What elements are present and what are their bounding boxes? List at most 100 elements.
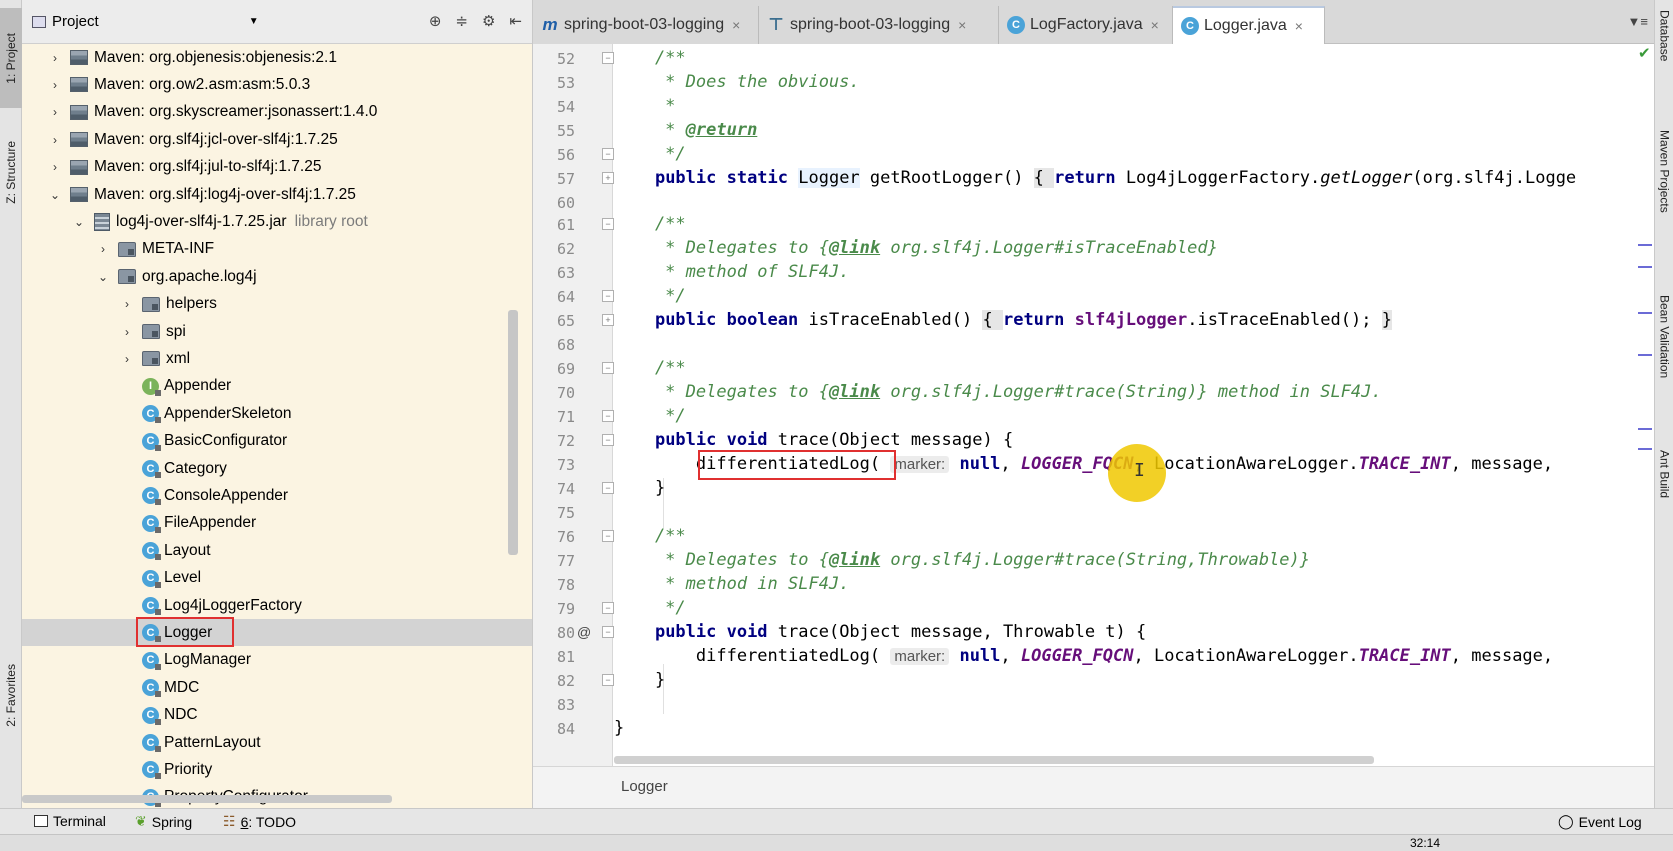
chevron-right-icon[interactable]: › [120, 325, 134, 339]
structure-tool-tab[interactable]: Z: Structure [0, 120, 22, 225]
view-dropdown-icon[interactable]: ▼ [249, 16, 259, 27]
override-marker-icon[interactable]: @ [577, 624, 591, 640]
tree-horizontal-scrollbar[interactable] [22, 795, 392, 803]
line-number: 60 [556, 194, 575, 212]
close-tab-icon[interactable]: × [732, 17, 740, 33]
tree-item[interactable]: C MDC [22, 674, 532, 701]
tree-item[interactable]: C LogManager [22, 647, 532, 674]
tree-item-label: Maven: org.skyscreamer:jsonassert:1.4.0 [94, 103, 378, 121]
close-tab-icon[interactable]: × [1295, 18, 1303, 34]
chevron-right-icon[interactable]: › [96, 242, 110, 256]
collapse-fold-icon[interactable]: − [602, 482, 614, 494]
tree-item[interactable]: ⌄ Maven: org.slf4j:log4j-over-slf4j:1.7.2… [22, 181, 532, 208]
tree-item[interactable]: C ConsoleAppender [22, 482, 532, 509]
hide-panel-icon[interactable]: ⇤ [509, 12, 522, 30]
event-log-button[interactable]: ◯ Event Log [1558, 813, 1642, 830]
code-line-56: */ [614, 144, 686, 164]
tree-item[interactable]: › Maven: org.skyscreamer:jsonassert:1.4.0 [22, 99, 532, 126]
project-tool-tab[interactable]: 1: Project [0, 8, 22, 108]
tree-item[interactable]: C Level [22, 565, 532, 592]
editor-horizontal-scrollbar[interactable] [614, 756, 1374, 764]
maven-projects-tool-tab[interactable]: Maven Projects [1655, 130, 1673, 270]
chevron-right-icon[interactable]: › [48, 160, 62, 174]
ant-build-tool-tab[interactable]: Ant Build [1655, 450, 1673, 550]
collapse-fold-icon[interactable]: − [602, 626, 614, 638]
tree-item[interactable]: › Maven: org.objenesis:objenesis:2.1 [22, 44, 532, 71]
tree-item[interactable]: › spi [22, 318, 532, 345]
chevron-right-icon[interactable]: › [48, 51, 62, 65]
chevron-down-icon[interactable]: ⌄ [72, 215, 86, 229]
line-number: 80 [556, 624, 575, 642]
chevron-down-icon[interactable]: ⌄ [48, 188, 62, 202]
collapse-fold-icon[interactable]: − [602, 602, 614, 614]
tree-item[interactable]: › META-INF [22, 236, 532, 263]
collapse-fold-icon[interactable]: − [602, 434, 614, 446]
collapse-fold-icon[interactable]: − [602, 290, 614, 302]
close-tab-icon[interactable]: × [1151, 17, 1159, 33]
status-bar: 32:14 [0, 834, 1673, 851]
tab-label: Logger.java [1204, 17, 1287, 34]
tree-item[interactable]: C BasicConfigurator [22, 428, 532, 455]
tree-item[interactable]: › helpers [22, 291, 532, 318]
caret-position[interactable]: 32:14 [1410, 836, 1440, 850]
editor-tab[interactable]: ⊤ spring-boot-03-logging × [759, 6, 999, 44]
chevron-right-icon[interactable]: › [48, 133, 62, 147]
breadcrumb-item-logger[interactable]: Logger [621, 778, 668, 795]
todo-tool-button[interactable]: ☷ 6: TODO [223, 813, 296, 830]
tree-item[interactable]: C Logger [22, 619, 532, 647]
collapse-fold-icon[interactable]: − [602, 362, 614, 374]
expand-fold-icon[interactable]: + [602, 172, 614, 184]
code-area[interactable]: /** * Does the obvious. * * @return */ p… [614, 44, 1654, 766]
tree-item[interactable]: ⌄ log4j-over-slf4j-1.7.25.jar library root [22, 208, 532, 235]
database-tool-tab[interactable]: Database [1655, 10, 1673, 105]
collapse-fold-icon[interactable]: − [602, 52, 614, 64]
tree-item[interactable]: C Log4jLoggerFactory [22, 592, 532, 619]
collapse-fold-icon[interactable]: − [602, 674, 614, 686]
tree-item[interactable]: › Maven: org.ow2.asm:asm:5.0.3 [22, 71, 532, 98]
interface-icon: I [142, 377, 161, 396]
editor-tab[interactable]: m spring-boot-03-logging × [533, 6, 759, 44]
settings-gear-icon[interactable]: ⚙ [482, 12, 495, 30]
tree-item[interactable]: C Priority [22, 756, 532, 783]
collapse-all-icon[interactable]: ≑ [455, 12, 468, 30]
tree-item[interactable]: ⌄ org.apache.log4j [22, 263, 532, 290]
left-tool-strip: 1: Project Z: Structure 2: Favorites [0, 0, 22, 808]
tree-item[interactable]: C FileAppender [22, 510, 532, 537]
tree-item[interactable]: › Maven: org.slf4j:jul-to-slf4j:1.7.25 [22, 154, 532, 181]
expand-fold-icon[interactable]: + [602, 314, 614, 326]
tree-item-label: helpers [166, 295, 217, 313]
tree-item[interactable]: › Maven: org.slf4j:jcl-over-slf4j:1.7.25 [22, 126, 532, 153]
tree-item[interactable]: C AppenderSkeleton [22, 400, 532, 427]
favorites-tool-tab[interactable]: 2: Favorites [0, 640, 22, 750]
tree-item[interactable]: C Layout [22, 537, 532, 564]
line-number: 74 [556, 480, 575, 498]
collapse-fold-icon[interactable]: − [602, 218, 614, 230]
tree-item[interactable]: C PatternLayout [22, 729, 532, 756]
locate-icon[interactable]: ⊕ [429, 12, 442, 30]
editor-tab[interactable]: C Logger.java × [1173, 6, 1325, 44]
tree-vertical-scrollbar[interactable] [508, 310, 518, 555]
tree-item[interactable]: C NDC [22, 702, 532, 729]
tree-item-label: Layout [164, 541, 211, 559]
tree-item[interactable]: › xml [22, 345, 532, 372]
editor-gutter: 52 53 54 55 56 57 60 61 62 63 64 65 68 69 70 71 72 73 74 75… [533, 44, 614, 766]
editor-tab[interactable]: C LogFactory.java × [999, 6, 1173, 44]
terminal-tool-button[interactable]: Terminal [34, 813, 106, 829]
tree-item[interactable]: I Appender [22, 373, 532, 400]
chevron-right-icon[interactable]: › [120, 352, 134, 366]
collapse-fold-icon[interactable]: − [602, 148, 614, 160]
spring-tool-button[interactable]: ❦ Spring [135, 813, 192, 830]
library-icon [70, 132, 88, 148]
collapse-fold-icon[interactable]: − [602, 410, 614, 422]
tree-item[interactable]: C Category [22, 455, 532, 482]
chevron-right-icon[interactable]: › [48, 105, 62, 119]
collapse-fold-icon[interactable]: − [602, 530, 614, 542]
close-tab-icon[interactable]: × [958, 17, 966, 33]
chevron-down-icon[interactable]: ⌄ [96, 270, 110, 284]
chevron-right-icon[interactable]: › [48, 78, 62, 92]
chevron-right-icon[interactable]: › [120, 297, 134, 311]
tabs-menu-icon[interactable]: ▼≡ [1628, 14, 1648, 29]
class-icon: C [142, 487, 161, 506]
code-line-69: /** [614, 358, 686, 378]
bean-validation-tool-tab[interactable]: Bean Validation [1655, 295, 1673, 435]
